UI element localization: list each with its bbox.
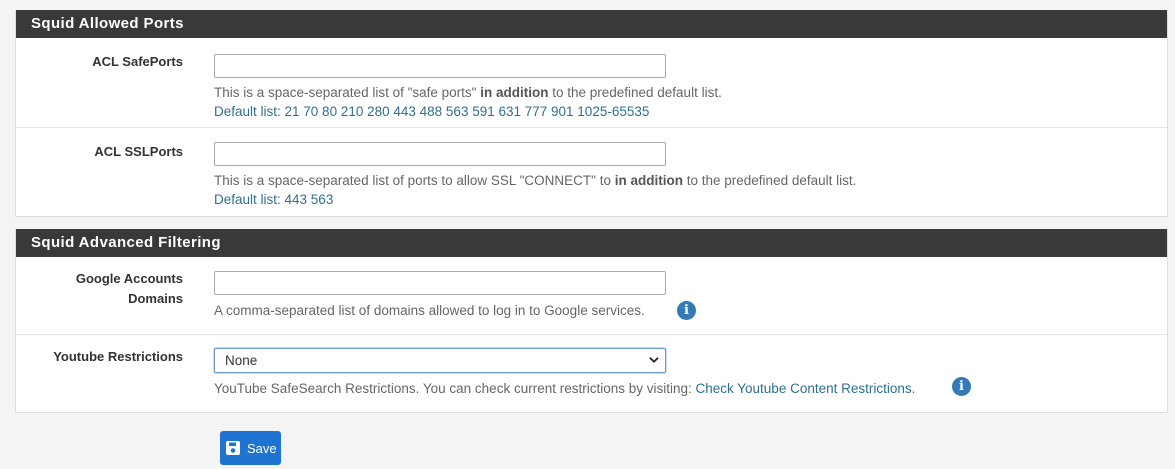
ssl-ports-help-bold: in addition [614, 173, 683, 188]
save-button-label: Save [247, 440, 277, 456]
youtube-restrictions-row: Youtube Restrictions None YouTube SafeSe… [16, 335, 1167, 412]
safe-ports-default-list: Default list: 21 70 80 210 280 443 488 5… [214, 104, 650, 119]
safe-ports-help: This is a space-separated list of "safe … [214, 83, 722, 102]
safe-ports-input[interactable] [214, 54, 666, 78]
youtube-restrictions-select[interactable]: None [214, 348, 666, 373]
google-domains-label-line2: Domains [128, 291, 183, 306]
youtube-restrictions-help-end: . [911, 381, 916, 396]
google-domains-info-icon[interactable]: i [677, 301, 696, 320]
google-domains-input[interactable] [214, 271, 666, 295]
google-domains-label: Google Accounts Domains [76, 269, 183, 309]
youtube-restrictions-label: Youtube Restrictions [53, 349, 183, 364]
chevron-down-icon [649, 357, 659, 363]
allowed-ports-panel: Squid Allowed Ports ACL SafePorts This i… [15, 10, 1168, 217]
panel-title-advanced-filtering: Squid Advanced Filtering [16, 229, 1167, 257]
safe-ports-help-text: This is a space-separated list of "safe … [214, 85, 481, 100]
youtube-restrictions-field-group: None YouTube SafeSearch Restrictions. Yo… [214, 348, 915, 398]
youtube-restrictions-selected: None [225, 353, 258, 368]
ssl-ports-help: This is a space-separated list of ports … [214, 171, 856, 190]
youtube-restrictions-help: YouTube SafeSearch Restrictions. You can… [214, 379, 915, 398]
youtube-restrictions-help-text: YouTube SafeSearch Restrictions. You can… [214, 381, 696, 396]
google-domains-label-line1: Google Accounts [75, 271, 183, 286]
google-domains-field-group: A comma-separated list of domains allowe… [214, 271, 666, 320]
ssl-ports-label: ACL SSLPorts [94, 144, 183, 159]
google-domains-help: A comma-separated list of domains allowe… [214, 303, 645, 318]
ssl-ports-row: ACL SSLPorts This is a space-separated l… [16, 128, 1167, 217]
google-domains-row: Google Accounts Domains A comma-separate… [16, 257, 1167, 335]
save-button[interactable]: Save [220, 431, 281, 465]
safe-ports-label: ACL SafePorts [92, 54, 183, 69]
ssl-ports-field-group: This is a space-separated list of ports … [214, 142, 856, 209]
ssl-ports-help-text: This is a space-separated list of ports … [214, 173, 615, 188]
floppy-disk-icon [226, 441, 240, 455]
advanced-filtering-panel: Squid Advanced Filtering Google Accounts… [15, 229, 1168, 413]
safe-ports-field-group: This is a space-separated list of "safe … [214, 54, 722, 121]
youtube-restrictions-link[interactable]: Check Youtube Content Restrictions [696, 381, 912, 396]
ssl-ports-input[interactable] [214, 142, 666, 166]
safe-ports-row: ACL SafePorts This is a space-separated … [16, 38, 1167, 128]
youtube-restrictions-info-icon[interactable]: i [952, 377, 971, 396]
panel-title-allowed-ports: Squid Allowed Ports [16, 10, 1167, 38]
safe-ports-help-text-end: to the predefined default list. [548, 85, 722, 100]
ssl-ports-default-list: Default list: 443 563 [214, 192, 334, 207]
safe-ports-help-bold: in addition [480, 85, 549, 100]
ssl-ports-help-text-end: to the predefined default list. [683, 173, 857, 188]
